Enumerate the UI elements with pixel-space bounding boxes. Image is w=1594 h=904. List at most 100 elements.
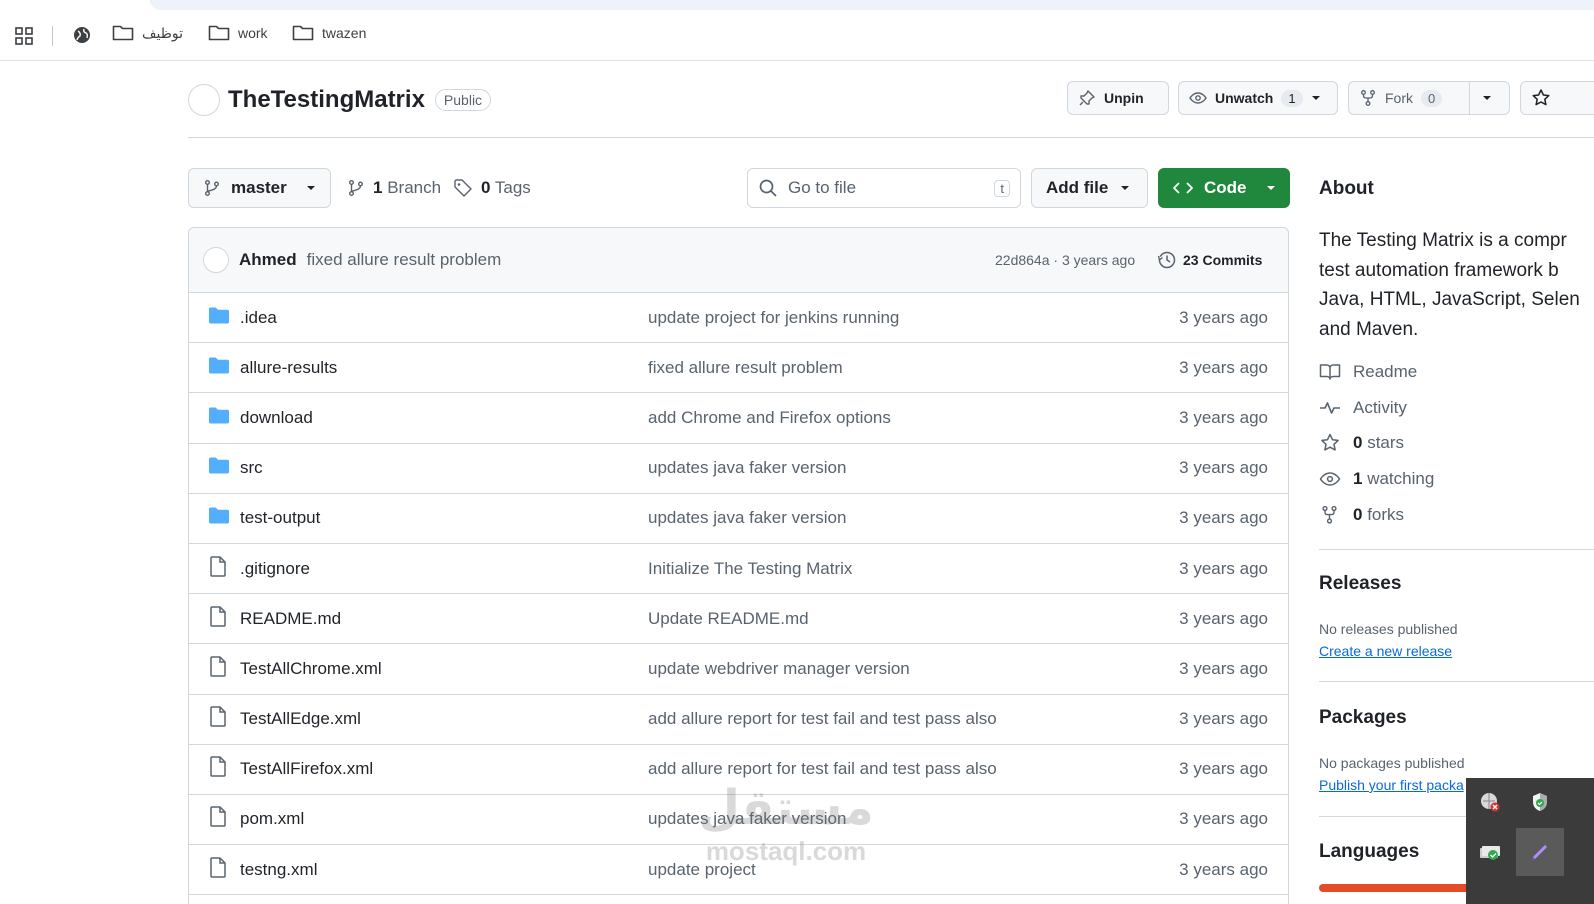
bookmark-folder-tawzif[interactable]: توظيف <box>112 24 183 42</box>
file-name-link[interactable]: testng.xml <box>240 860 317 880</box>
chevron-down-icon <box>1483 96 1491 100</box>
folder-icon <box>208 405 230 430</box>
publish-package-link[interactable]: Publish your first packa <box>1319 777 1464 793</box>
history-icon <box>1157 251 1176 269</box>
bookmark-label: work <box>238 25 268 41</box>
tags-link[interactable]: 0 Tags <box>453 178 531 198</box>
file-list: .idea update project for jenkins running 3… <box>189 293 1288 896</box>
file-name-link[interactable]: README.md <box>240 609 341 629</box>
unwatch-button[interactable]: Unwatch 1 <box>1178 81 1338 115</box>
file-commit-message-link[interactable]: update project for jenkins running <box>648 308 899 328</box>
code-icon <box>1173 182 1193 194</box>
pin-icon <box>1079 90 1095 106</box>
sidebar-divider <box>1319 549 1594 550</box>
file-name-link[interactable]: test-output <box>240 508 320 528</box>
file-commit-message-link[interactable]: Initialize The Testing Matrix <box>648 559 852 579</box>
file-commit-age: 3 years ago <box>1179 458 1268 478</box>
file-commit-message-link[interactable]: updates java faker version <box>648 458 846 478</box>
file-commit-message-link[interactable]: updates java faker version <box>648 809 846 829</box>
folder-icon <box>208 25 230 41</box>
file-name-link[interactable]: .gitignore <box>240 559 310 579</box>
file-commit-age: 3 years ago <box>1179 508 1268 528</box>
file-commit-message-link[interactable]: updates java faker version <box>648 508 846 528</box>
file-name-link[interactable]: pom.xml <box>240 809 304 829</box>
file-row: README.md Update README.md 3 years ago <box>189 594 1288 645</box>
commits-history-link[interactable]: 23 Commits <box>1157 250 1262 270</box>
keyboard-shortcut-hint: t <box>994 179 1010 197</box>
file-commit-message-link[interactable]: update project <box>648 860 756 880</box>
file-commit-message-link[interactable]: add allure report for test fail and test… <box>648 709 997 729</box>
unpin-button[interactable]: Unpin <box>1067 81 1169 115</box>
file-commit-message-link[interactable]: update webdriver manager version <box>648 659 910 679</box>
about-description-line: test automation framework b <box>1319 259 1559 281</box>
globe-icon[interactable] <box>72 25 92 48</box>
commit-author[interactable]: Ahmed <box>239 250 297 270</box>
fork-icon <box>1322 505 1337 524</box>
file-commit-message-link[interactable]: add Chrome and Firefox options <box>648 408 891 428</box>
file-icon <box>208 756 228 783</box>
file-commit-message-link[interactable]: fixed allure result problem <box>648 358 843 378</box>
file-commit-age: 3 years ago <box>1179 558 1268 578</box>
create-release-link[interactable]: Create a new release <box>1319 643 1452 659</box>
apps-grid-icon[interactable] <box>14 26 34 49</box>
commit-message[interactable]: fixed allure result problem <box>307 250 502 270</box>
code-button[interactable]: Code <box>1158 168 1290 208</box>
file-commit-message-link[interactable]: add allure report for test fail and test… <box>648 759 997 779</box>
chevron-down-icon <box>1121 186 1130 190</box>
browser-tab-strip <box>0 0 1594 12</box>
network-error-icon[interactable] <box>1472 784 1508 820</box>
branch-select[interactable]: master <box>188 168 331 208</box>
file-row: pom.xml updates java faker version 3 years… <box>189 795 1288 846</box>
star-icon <box>1532 89 1550 106</box>
releases-heading[interactable]: Releases <box>1319 573 1401 595</box>
bookmark-folder-work[interactable]: work <box>208 24 268 42</box>
watching-link[interactable]: 1 watching <box>1319 469 1434 489</box>
forks-label: forks <box>1367 505 1405 524</box>
branch-name: master <box>231 178 287 197</box>
add-file-button[interactable]: Add file <box>1031 168 1148 208</box>
sidebar-divider <box>1319 681 1594 682</box>
packages-heading[interactable]: Packages <box>1319 707 1407 729</box>
author-avatar[interactable] <box>203 247 229 273</box>
file-name-link[interactable]: .idea <box>240 308 277 328</box>
repo-name[interactable]: TheTestingMatrix <box>228 86 425 114</box>
readme-link[interactable]: Readme <box>1319 362 1417 382</box>
fork-dropdown[interactable] <box>1469 82 1504 114</box>
file-name-link[interactable]: download <box>240 408 313 428</box>
code-label: Code <box>1204 178 1247 197</box>
system-tray-overflow <box>1466 778 1594 904</box>
chevron-down-icon <box>1311 96 1320 100</box>
file-name-link[interactable]: TestAllFirefox.xml <box>240 759 373 779</box>
commit-hash-time[interactable]: 22d864a · 3 years ago <box>995 252 1135 268</box>
star-button[interactable] <box>1520 81 1594 115</box>
owner-avatar[interactable] <box>188 84 220 116</box>
stars-link[interactable]: 0 stars <box>1319 433 1404 453</box>
folder-icon <box>112 25 134 41</box>
tag-count-label: Tags <box>494 178 531 197</box>
forks-link[interactable]: 0 forks <box>1319 505 1404 525</box>
file-name-link[interactable]: TestAllEdge.xml <box>240 709 361 729</box>
file-name-link[interactable]: TestAllChrome.xml <box>240 659 382 679</box>
pulse-icon <box>1320 402 1340 414</box>
folder-icon <box>208 355 230 380</box>
folder-icon <box>208 456 230 481</box>
go-to-file-input[interactable]: Go to file t <box>747 168 1021 208</box>
sync-status-icon[interactable] <box>1472 834 1508 870</box>
file-name-link[interactable]: allure-results <box>240 358 337 378</box>
bookmark-folder-twazen[interactable]: twazen <box>292 24 366 42</box>
go-to-file-placeholder: Go to file <box>788 178 857 197</box>
file-commit-message-link[interactable]: Update README.md <box>648 609 809 629</box>
activity-link[interactable]: Activity <box>1319 398 1407 418</box>
fork-button[interactable]: Fork 0 <box>1349 82 1469 114</box>
file-icon <box>208 655 228 682</box>
security-shield-icon[interactable] <box>1522 784 1558 820</box>
pen-tool-icon[interactable] <box>1516 828 1564 876</box>
file-name-link[interactable]: src <box>240 458 263 478</box>
file-icon <box>208 806 228 833</box>
branches-link[interactable]: 1 Branch <box>347 178 441 198</box>
activity-label: Activity <box>1353 398 1407 417</box>
about-heading: About <box>1319 178 1374 199</box>
unpin-label: Unpin <box>1104 90 1144 106</box>
file-commit-age: 3 years ago <box>1179 608 1268 628</box>
fork-button-group: Fork 0 <box>1348 81 1510 115</box>
